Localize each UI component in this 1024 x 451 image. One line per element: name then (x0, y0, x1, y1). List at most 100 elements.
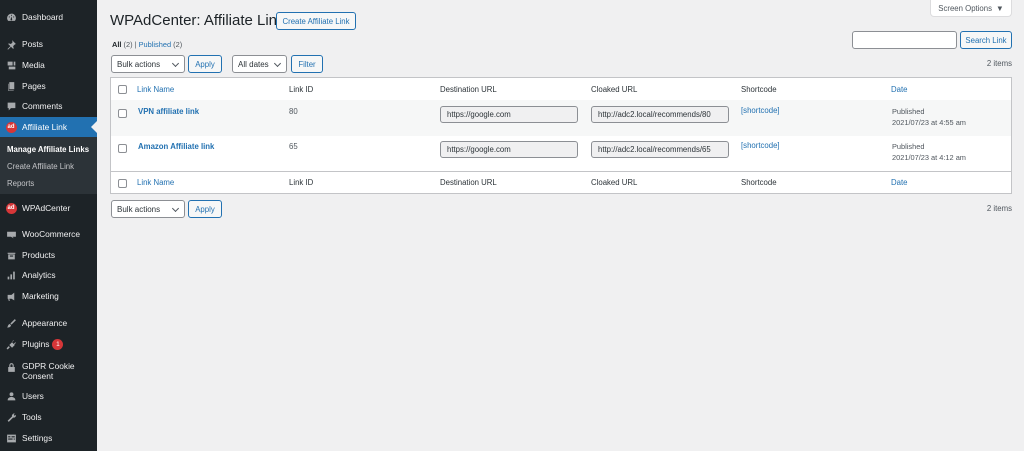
shortcode-link[interactable]: [shortcode] (741, 141, 780, 150)
filter-button[interactable]: Filter (291, 55, 323, 73)
filter-all-count: (2) (123, 40, 133, 49)
sidebar-item-label: Posts (22, 39, 43, 49)
sidebar-item-label: Comments (22, 101, 63, 111)
column-footer-shortcode: Shortcode (741, 178, 777, 187)
sidebar-item-label: Users (22, 391, 44, 401)
search-link-button[interactable]: Search Link (960, 31, 1012, 49)
sidebar-item-marketing[interactable]: Marketing (0, 286, 97, 306)
sidebar-item-woocommerce[interactable]: WooCommerce (0, 224, 97, 244)
column-header-link-name[interactable]: Link Name (137, 85, 174, 94)
megaphone-icon (5, 290, 17, 302)
brush-icon (5, 317, 17, 329)
destination-url-field[interactable]: https://google.com (440, 141, 578, 158)
wpadcenter-icon: ad (5, 121, 17, 133)
sidebar-item-tools[interactable]: Tools (0, 407, 97, 427)
sidebar-item-label: Dashboard (22, 12, 63, 22)
analytics-icon (5, 269, 17, 281)
settings-icon (5, 432, 17, 444)
sidebar-item-label: Settings (22, 433, 53, 443)
link-name[interactable]: Amazon Affiliate link (138, 142, 214, 151)
sidebar-item-plugins[interactable]: Plugins 1 (0, 334, 97, 354)
filter-separator: | (134, 40, 137, 49)
plugin-icon (5, 338, 17, 350)
bulk-actions-select-bottom[interactable]: Bulk actions (111, 200, 185, 218)
date-value: 2021/07/23 at 4:55 am (892, 118, 966, 127)
sidebar-item-label: Tools (22, 412, 42, 422)
shortcode-link[interactable]: [shortcode] (741, 106, 780, 115)
sidebar-item-products[interactable]: Products (0, 245, 97, 265)
products-icon (5, 249, 17, 261)
sidebar-item-label: Marketing (22, 291, 59, 301)
cloaked-url-field[interactable]: http://adc2.local/recommends/65 (591, 141, 729, 158)
column-header-cloaked-url: Cloaked URL (591, 85, 638, 94)
column-footer-link-id: Link ID (289, 178, 314, 187)
submenu-item-manage-affiliate-links[interactable]: Manage Affiliate Links (7, 145, 89, 154)
filter-all-label[interactable]: All (112, 40, 121, 49)
sidebar-item-gdpr-cookie-consent[interactable]: GDPR Cookie Consent (0, 359, 97, 383)
sidebar-item-label: WPAdCenter (22, 203, 71, 213)
screen-options-button[interactable]: Screen Options ▼ (930, 0, 1012, 17)
bulk-actions-value: Bulk actions (117, 204, 161, 214)
select-all-checkbox[interactable] (118, 85, 127, 94)
create-affiliate-link-button[interactable]: Create Affiliate Link (276, 12, 356, 30)
sidebar-item-users[interactable]: Users (0, 386, 97, 406)
page-title: WPAdCenter: Affiliate Link (110, 12, 285, 29)
date-filter-select[interactable]: All dates (232, 55, 287, 73)
search-input[interactable] (852, 31, 957, 49)
sidebar-item-dashboard[interactable]: Dashboard (0, 7, 97, 27)
sidebar-item-appearance[interactable]: Appearance (0, 313, 97, 333)
items-count: 2 items (986, 59, 1012, 68)
column-footer-cloaked-url: Cloaked URL (591, 178, 638, 187)
apply-button[interactable]: Apply (188, 55, 222, 73)
wrench-icon (5, 411, 17, 423)
column-footer-link-name[interactable]: Link Name (137, 178, 174, 187)
comment-icon (5, 100, 17, 112)
filter-published-count: (2) (173, 40, 183, 49)
sidebar-item-label: GDPR Cookie Consent (22, 361, 75, 381)
filter-published-link[interactable]: Published (139, 40, 171, 49)
sidebar-item-label: Affiliate Link (22, 122, 68, 132)
sidebar-item-comments[interactable]: Comments (0, 96, 97, 116)
bulk-actions-value: Bulk actions (117, 59, 161, 69)
date-status: Published (892, 142, 925, 151)
link-name[interactable]: VPN affiliate link (138, 107, 199, 116)
sidebar-item-label: Appearance (22, 318, 68, 328)
date-cell: Published 2021/07/23 at 4:12 am (892, 141, 966, 163)
chevron-down-icon (171, 59, 180, 68)
affiliate-links-table: Link Name Link ID Destination URL Cloake… (110, 77, 1012, 194)
triangle-down-icon: ▼ (996, 3, 1004, 13)
column-header-destination-url: Destination URL (440, 85, 497, 94)
affiliate-link-submenu: Manage Affiliate Links Create Affiliate … (0, 137, 97, 194)
row-checkbox[interactable] (118, 109, 127, 118)
sidebar-item-media[interactable]: Media (0, 55, 97, 75)
column-header-shortcode: Shortcode (741, 85, 777, 94)
select-all-checkbox-footer[interactable] (118, 179, 127, 188)
sidebar-item-label: Media (22, 60, 45, 70)
sidebar-item-posts[interactable]: Posts (0, 34, 97, 54)
apply-button-bottom[interactable]: Apply (188, 200, 222, 218)
submenu-item-reports[interactable]: Reports (7, 179, 34, 188)
date-filter-value: All dates (238, 59, 269, 69)
status-filter-links: All (2) | Published (2) (112, 40, 182, 49)
column-footer-destination-url: Destination URL (440, 178, 497, 187)
woocommerce-icon (5, 228, 17, 240)
main-content: Screen Options ▼ WPAdCenter: Affiliate L… (97, 0, 1024, 451)
sidebar-item-analytics[interactable]: Analytics (0, 265, 97, 285)
sidebar-item-label: Pages (22, 81, 46, 91)
sidebar-item-wpadcenter[interactable]: ad WPAdCenter (0, 198, 97, 218)
column-footer-date[interactable]: Date (891, 178, 907, 187)
sidebar-item-settings[interactable]: Settings (0, 428, 97, 448)
sidebar-item-label: WooCommerce (22, 229, 81, 239)
cloaked-url-field[interactable]: http://adc2.local/recommends/80 (591, 106, 729, 123)
users-icon (5, 390, 17, 402)
sidebar-item-pages[interactable]: Pages (0, 76, 97, 96)
bulk-actions-select[interactable]: Bulk actions (111, 55, 185, 73)
sidebar-item-label: Products (22, 250, 56, 260)
sidebar-item-affiliate-link[interactable]: ad Affiliate Link (0, 117, 97, 137)
column-header-date[interactable]: Date (891, 85, 907, 94)
sidebar-item-label: Analytics (22, 270, 56, 280)
destination-url-field[interactable]: https://google.com (440, 106, 578, 123)
wpadcenter-icon: ad (5, 202, 17, 214)
submenu-item-create-affiliate-link[interactable]: Create Affiliate Link (7, 162, 74, 171)
row-checkbox[interactable] (118, 144, 127, 153)
